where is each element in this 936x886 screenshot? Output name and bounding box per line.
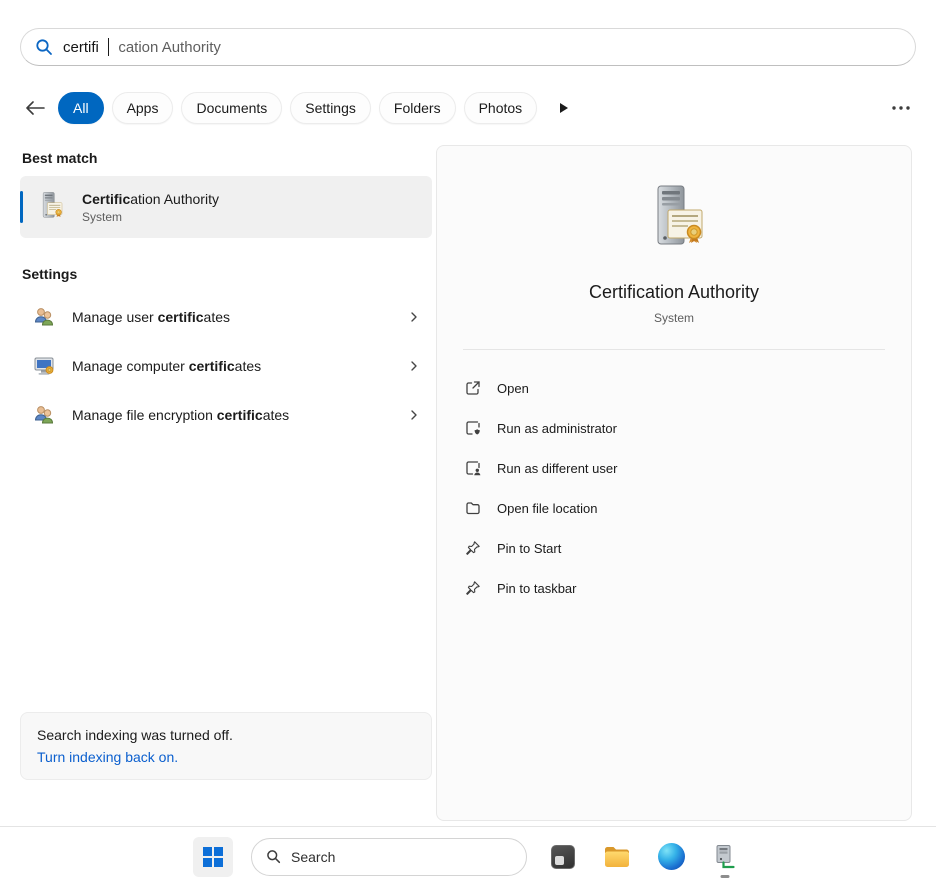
best-match-text: Certification Authority System (82, 191, 219, 224)
windows-logo-icon (203, 847, 223, 867)
best-match-header: Best match (22, 150, 432, 166)
filter-tab-documents[interactable]: Documents (181, 92, 282, 124)
filter-tab-apps[interactable]: Apps (112, 92, 174, 124)
taskbar-file-explorer[interactable] (599, 839, 635, 875)
taskbar-app-dark-window[interactable] (545, 839, 581, 875)
run-as-different-user-icon (465, 460, 481, 476)
taskbar-search-box[interactable]: Search (251, 838, 527, 876)
search-query-suggestion: cation Authority (118, 39, 221, 56)
settings-section-header: Settings (22, 266, 432, 282)
search-input[interactable]: certifi cation Authority (20, 28, 916, 66)
more-filters-icon[interactable] (553, 97, 575, 119)
file-encryption-certificates-icon (32, 403, 56, 427)
best-match-subtitle: System (82, 210, 219, 224)
start-button[interactable] (193, 837, 233, 877)
action-label: Pin to Start (497, 541, 561, 556)
back-button[interactable] (20, 93, 50, 123)
chevron-right-icon[interactable] (408, 311, 420, 323)
preview-subtitle: System (437, 311, 911, 325)
selection-accent-bar (20, 191, 23, 223)
indexing-notice-card: Search indexing was turned off. Turn ind… (20, 712, 432, 780)
run-as-administrator-icon (465, 420, 481, 436)
search-query-typed: certifi (63, 39, 99, 56)
running-app-indicator (721, 875, 730, 878)
file-explorer-icon (603, 845, 631, 869)
action-open-file-location[interactable]: Open file location (437, 488, 911, 528)
result-manage-file-encryption-certificates[interactable]: Manage file encryption certificates (20, 390, 432, 439)
options-ellipsis-icon[interactable] (886, 93, 916, 123)
results-panel: Best match (20, 150, 432, 439)
dark-window-icon (551, 845, 575, 869)
action-run-as-administrator[interactable]: Run as administrator (437, 408, 911, 448)
preview-panel: Certification Authority System Open Run … (436, 145, 912, 821)
pin-icon (465, 540, 481, 556)
taskbar: Search (0, 827, 936, 886)
search-icon (35, 38, 53, 56)
chevron-right-icon[interactable] (408, 360, 420, 372)
action-pin-to-start[interactable]: Pin to Start (437, 528, 911, 568)
action-pin-to-taskbar[interactable]: Pin to taskbar (437, 568, 911, 608)
filter-row: All Apps Documents Settings Folders Phot… (20, 90, 916, 126)
taskbar-server-console[interactable] (707, 839, 743, 875)
computer-certificates-icon (32, 354, 56, 378)
action-label: Open (497, 381, 529, 396)
edge-browser-icon (658, 843, 685, 870)
certification-authority-icon (32, 191, 68, 223)
pin-icon (465, 580, 481, 596)
result-manage-computer-certificates[interactable]: Manage computer certificates (20, 341, 432, 390)
certification-authority-large-icon (437, 184, 911, 256)
server-console-icon (712, 844, 738, 870)
action-run-as-different-user[interactable]: Run as different user (437, 448, 911, 488)
action-label: Pin to taskbar (497, 581, 577, 596)
result-manage-user-certificates[interactable]: Manage user certificates (20, 292, 432, 341)
best-match-title: Certification Authority (82, 191, 219, 207)
filter-tab-folders[interactable]: Folders (379, 92, 456, 124)
search-icon (266, 849, 281, 864)
open-icon (465, 380, 481, 396)
best-match-result[interactable]: Certification Authority System (20, 176, 432, 238)
user-certificates-icon (32, 305, 56, 329)
filter-tab-photos[interactable]: Photos (464, 92, 538, 124)
taskbar-search-label: Search (291, 849, 335, 865)
action-label: Run as different user (497, 461, 617, 476)
preview-title: Certification Authority (437, 282, 911, 303)
result-label: Manage file encryption certificates (72, 407, 289, 423)
action-label: Run as administrator (497, 421, 617, 436)
result-label: Manage computer certificates (72, 358, 261, 374)
filter-tab-settings[interactable]: Settings (290, 92, 371, 124)
result-label: Manage user certificates (72, 309, 230, 325)
divider (463, 349, 885, 350)
folder-icon (465, 500, 481, 516)
filter-tab-all[interactable]: All (58, 92, 104, 124)
chevron-right-icon[interactable] (408, 409, 420, 421)
indexing-notice-message: Search indexing was turned off. (37, 727, 415, 743)
action-open[interactable]: Open (437, 368, 911, 408)
action-label: Open file location (497, 501, 597, 516)
taskbar-edge[interactable] (653, 839, 689, 875)
turn-indexing-on-link[interactable]: Turn indexing back on. (37, 749, 178, 765)
text-caret (108, 38, 110, 56)
